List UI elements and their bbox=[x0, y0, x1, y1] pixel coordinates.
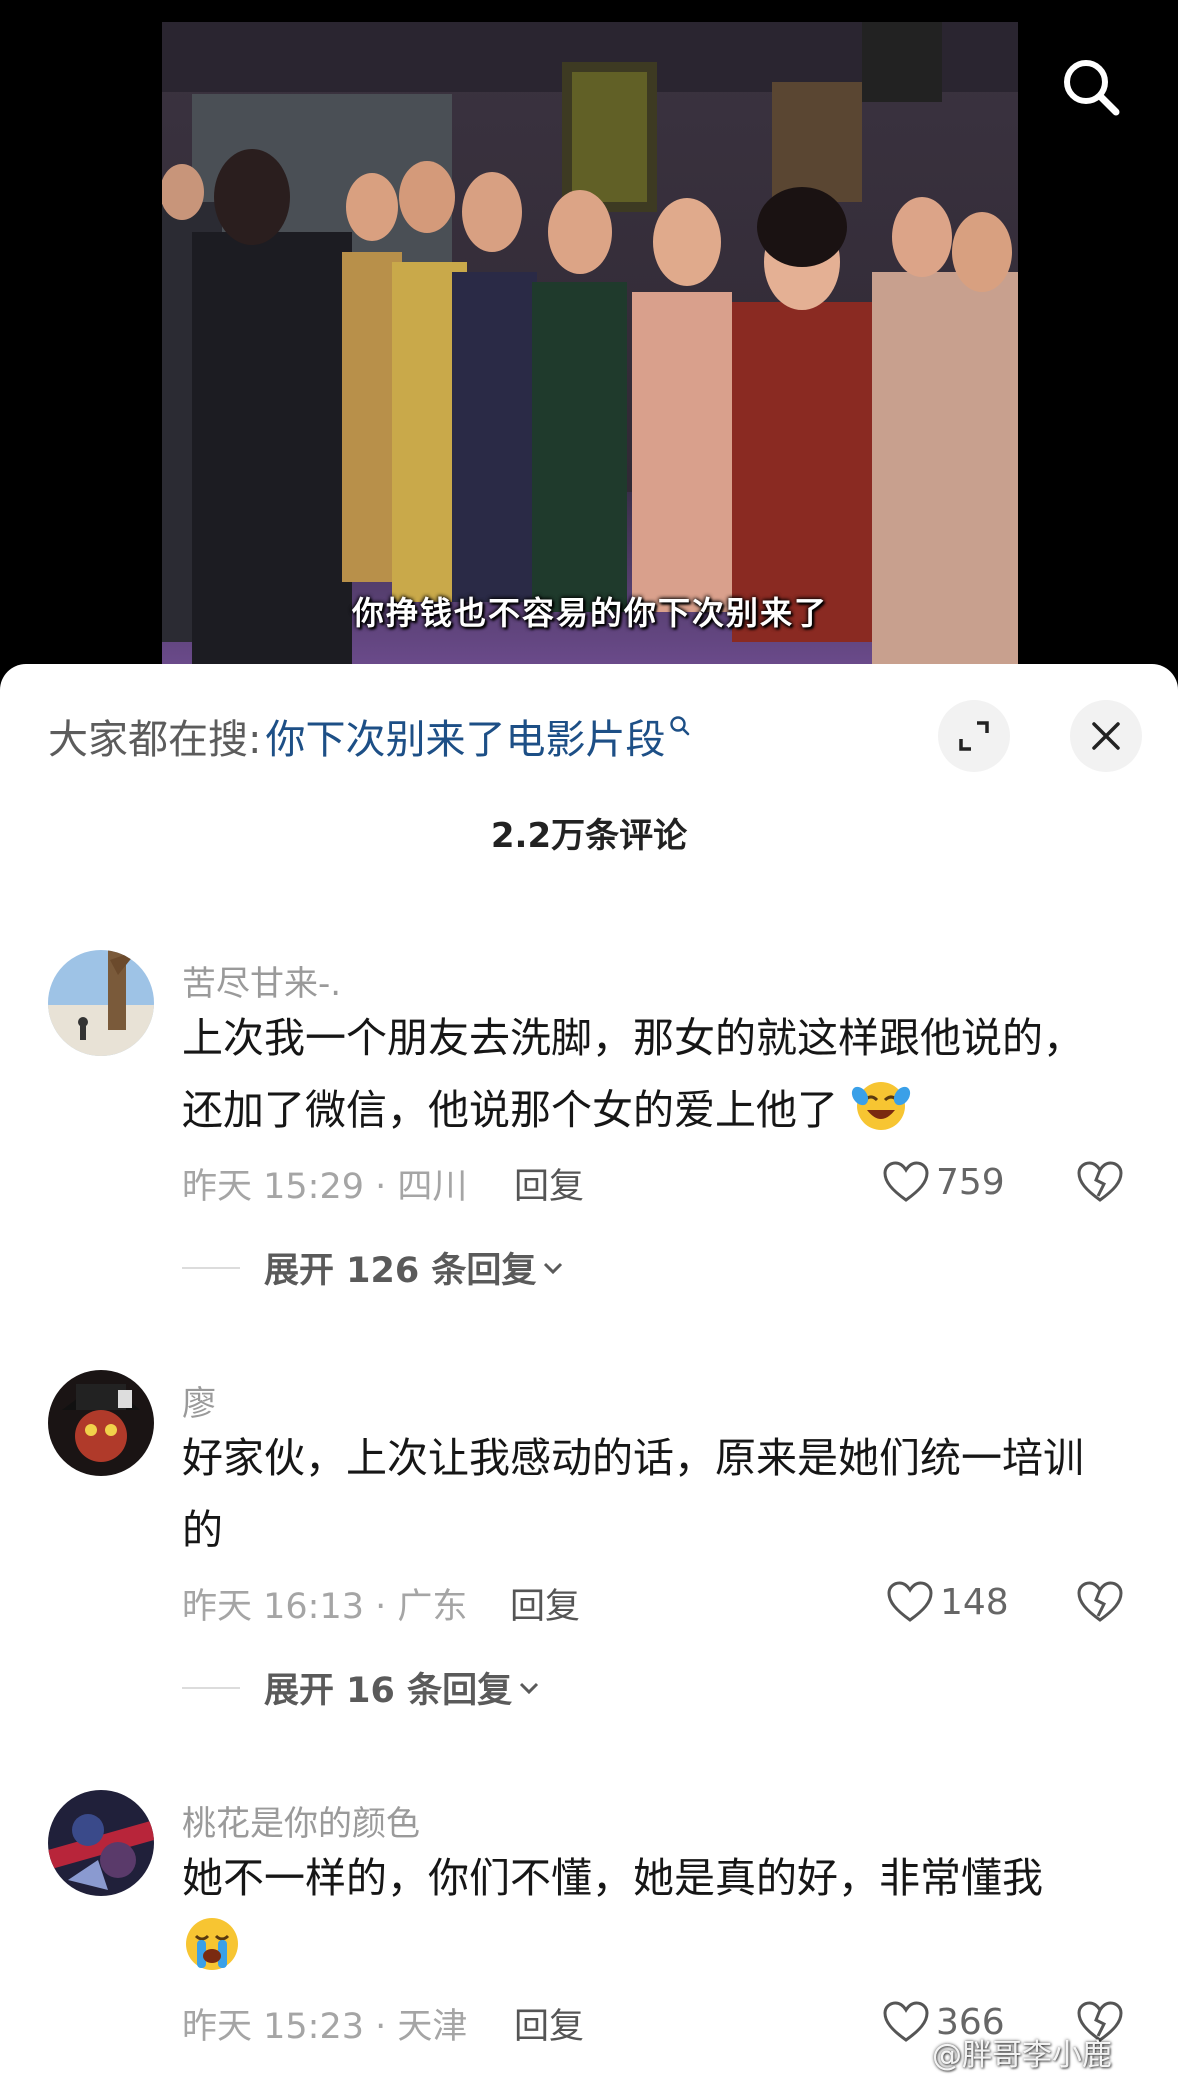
comment-meta: 昨天 16:13 · 广东 bbox=[182, 1587, 468, 1627]
avatar-image bbox=[48, 950, 154, 1056]
dislike-button[interactable] bbox=[1076, 1580, 1124, 1628]
comment-username[interactable]: 苦尽甘来-. bbox=[182, 956, 341, 1005]
like-count: 759 bbox=[936, 1161, 1005, 1203]
heart-icon bbox=[887, 1581, 933, 1622]
expand-replies-label: 展开 126 条回复 bbox=[264, 1251, 537, 1291]
dislike-button[interactable] bbox=[1076, 1160, 1124, 1208]
expand-replies-label: 展开 16 条回复 bbox=[264, 1671, 513, 1711]
avatar[interactable] bbox=[48, 950, 154, 1056]
video-scene bbox=[162, 22, 1018, 664]
divider-line bbox=[182, 1686, 240, 1689]
like-button[interactable]: 759 bbox=[882, 1160, 1005, 1204]
divider-line bbox=[182, 1266, 240, 1269]
comment-text: 上次我一个朋友去洗脚，那女的就这样跟他说的，还加了微信，他说那个女的爱上他了 bbox=[182, 1002, 1112, 1146]
comment-body: 好家伙，上次让我感动的话，原来是她们统一培训的 bbox=[182, 1434, 1084, 1554]
expand-replies-button[interactable]: 展开 126 条回复 bbox=[182, 1242, 566, 1293]
broken-heart-icon bbox=[1077, 1581, 1123, 1622]
expand-icon bbox=[959, 721, 989, 751]
trending-search-prefix: 大家都在搜: bbox=[48, 717, 262, 763]
comment-count: 2.2万条评论 bbox=[490, 816, 688, 856]
comment-panel: 大家都在搜: 你下次别来了电影片段 2.2万条评论 苦尽甘来-. 上次我一个朋友… bbox=[0, 664, 1178, 2084]
video-subtitle: 你挣钱也不容易的你下次别来了 bbox=[351, 594, 828, 632]
video-player[interactable]: 你挣钱也不容易的你下次别来了 bbox=[0, 0, 1178, 664]
comment-body: 上次我一个朋友去洗脚，那女的就这样跟他说的，还加了微信，他说那个女的爱上他了 bbox=[182, 1014, 1084, 1134]
comment-meta: 昨天 15:29 · 四川 bbox=[182, 1167, 468, 1207]
avatar[interactable] bbox=[48, 1370, 154, 1476]
reply-button[interactable]: 回复 bbox=[510, 1578, 580, 1629]
heart-icon bbox=[883, 1161, 929, 1202]
trending-search[interactable]: 大家都在搜: 你下次别来了电影片段 bbox=[48, 706, 691, 766]
reply-button[interactable]: 回复 bbox=[514, 1158, 584, 1209]
avatar-image bbox=[48, 1790, 154, 1896]
like-button[interactable]: 148 bbox=[886, 1580, 1009, 1624]
reply-button[interactable]: 回复 bbox=[514, 1998, 584, 2049]
watermark: @胖哥李小鹿 bbox=[932, 2038, 1112, 2073]
trending-search-link[interactable]: 你下次别来了电影片段 bbox=[265, 707, 665, 765]
heart-icon bbox=[883, 2001, 929, 2042]
search-icon bbox=[1064, 60, 1120, 116]
broken-heart-icon bbox=[1077, 1161, 1123, 1202]
comment-username[interactable]: 桃花是你的颜色 bbox=[182, 1796, 420, 1845]
close-button[interactable] bbox=[1070, 700, 1142, 772]
search-button[interactable] bbox=[1056, 52, 1126, 122]
comment-body: 她不一样的，你们不懂，她是真的好，非常懂我 bbox=[182, 1854, 1043, 1902]
avatar-image bbox=[48, 1370, 154, 1476]
like-count: 148 bbox=[940, 1581, 1009, 1623]
crying-laughing-emoji bbox=[851, 1082, 911, 1130]
comment-username[interactable]: 廖 bbox=[182, 1376, 216, 1425]
video-frame[interactable]: 你挣钱也不容易的你下次别来了 bbox=[162, 22, 1018, 664]
comment-meta: 昨天 15:23 · 天津 bbox=[182, 2007, 468, 2047]
avatar[interactable] bbox=[48, 1790, 154, 1896]
loudly-crying-emoji bbox=[186, 1918, 238, 1970]
comment-text: 好家伙，上次让我感动的话，原来是她们统一培训的 bbox=[182, 1422, 1112, 1566]
comment-text: 她不一样的，你们不懂，她是真的好，非常懂我 bbox=[182, 1842, 1112, 1986]
expand-replies-button[interactable]: 展开 16 条回复 bbox=[182, 1662, 542, 1713]
expand-button[interactable] bbox=[938, 700, 1010, 772]
chevron-down-icon bbox=[544, 1262, 563, 1274]
close-icon bbox=[1092, 722, 1120, 750]
small-search-icon bbox=[670, 716, 690, 736]
chevron-down-icon bbox=[520, 1682, 539, 1694]
